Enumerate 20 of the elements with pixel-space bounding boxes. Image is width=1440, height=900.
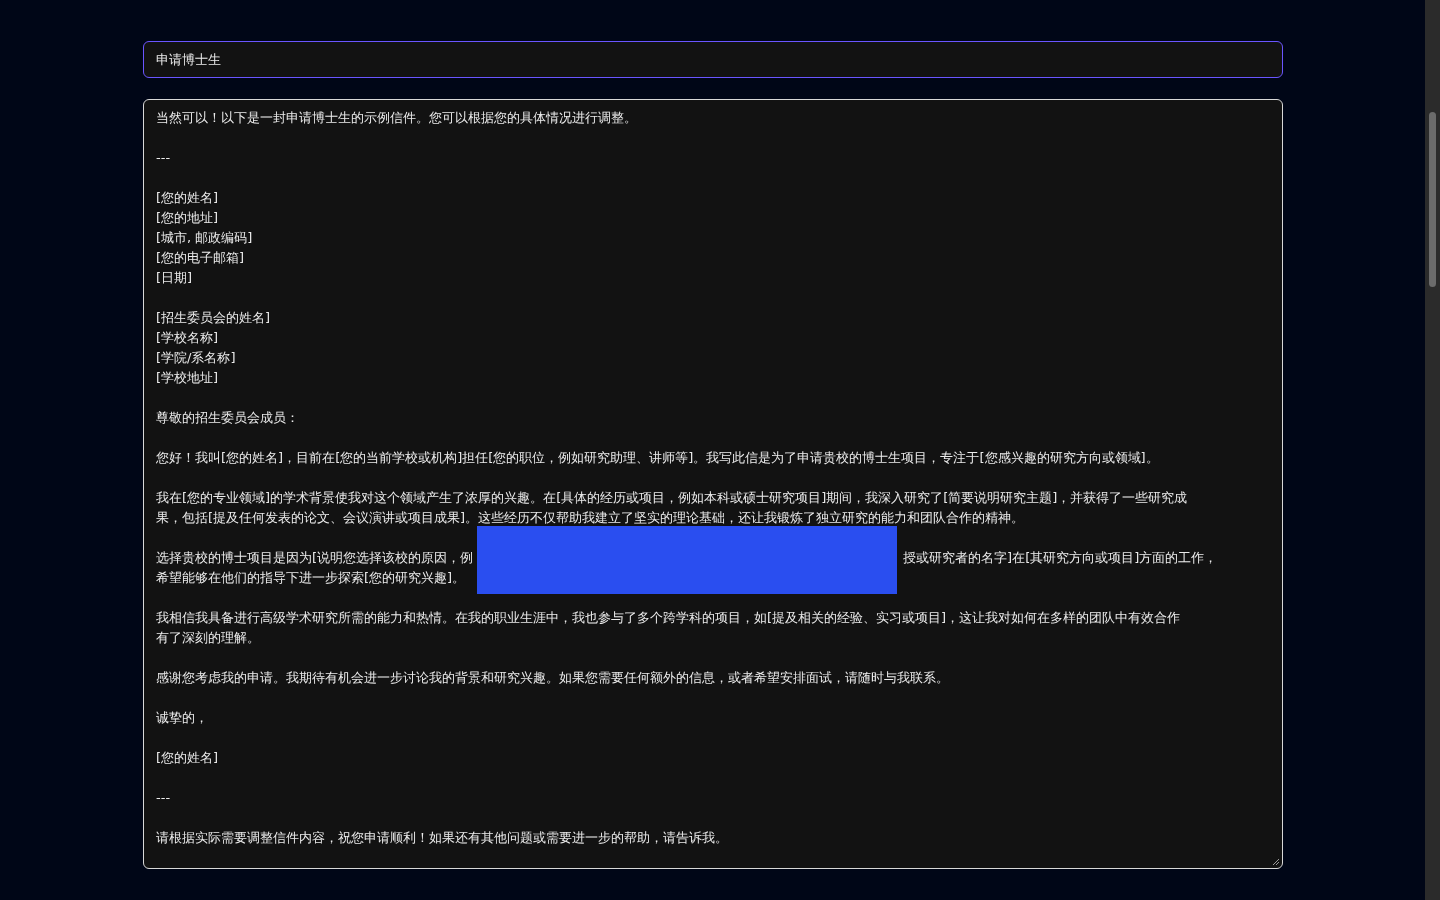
letter-text: 希望能够在他们的指导下进一步探索[您的研究兴趣]。 <box>156 569 466 587</box>
letter-paragraph: [您的姓名] <box>156 749 219 767</box>
letter-paragraph: 请根据实际需要调整信件内容，祝您申请顺利！如果还有其他问题或需要进一步的帮助，请告诉我。 <box>156 829 728 847</box>
letter-paragraph: 我相信我具备进行高级学术研究所需的能力和热情。在我的职业生涯中，我也参与了多个跨学科的项目，如[提及相关的经验、实习或项目]，这让我对如何在多样的团队中有效合作 有了深刻的理解。 <box>156 609 1181 647</box>
letter-paragraph: 感谢您考虑我的申请。我期待有机会进一步讨论我的背景和研究兴趣。如果您需要任何额外的信息，或者希望安排面试，请随时与我联系。 <box>156 669 949 687</box>
letter-paragraph: 您好！我叫[您的姓名]，目前在[您的当前学校或机构]担任[您的职位，例如研究助理、讲师等]。我写此信是为了申请贵校的博士生项目，专注于[您感兴趣的研究方向或领域]。 <box>156 449 1159 467</box>
letter-paragraph: 尊敬的招生委员会成员： <box>156 409 299 427</box>
title-field[interactable]: 申请博士生 <box>143 41 1283 78</box>
letter-paragraph: [招生委员会的姓名] [学校名称] [学院/系名称] [学校地址] <box>156 309 271 387</box>
resize-grip-icon[interactable] <box>1272 858 1280 866</box>
letter-paragraph: [您的姓名] [您的地址] [城市, 邮政编码] [您的电子邮箱] [日期] <box>156 189 253 287</box>
message-box[interactable] <box>143 99 1283 869</box>
letter-paragraph: 我在[您的专业领域]的学术背景使我对这个领域产生了浓厚的兴趣。在[具体的经历或项目，例如本科或硕士研究项目]期间，我深入研究了[简要说明研究主题]，并获得了一些研究成 果，包括[提及任何发表的论文、会议演讲或项目成果]。这些经历不仅帮助我建立了坚实的理论基础，还让我锻炼了独立研究的能力和团队合作的精神。 <box>156 489 1188 527</box>
letter-text: 选择贵校的博士项目是因为[说明您选择该校的原因，例 <box>156 549 474 567</box>
letter-paragraph: 诚挚的， <box>156 709 208 727</box>
letter-paragraph: 当然可以！以下是一封申请博士生的示例信件。您可以根据您的具体情况进行调整。 <box>156 109 637 127</box>
scrollbar-thumb[interactable] <box>1429 112 1436 287</box>
letter-text: 授或研究者的名字]在[其研究方向或项目]方面的工作， <box>903 549 1218 567</box>
letter-paragraph: --- <box>156 149 171 167</box>
letter-paragraph: --- <box>156 789 171 807</box>
